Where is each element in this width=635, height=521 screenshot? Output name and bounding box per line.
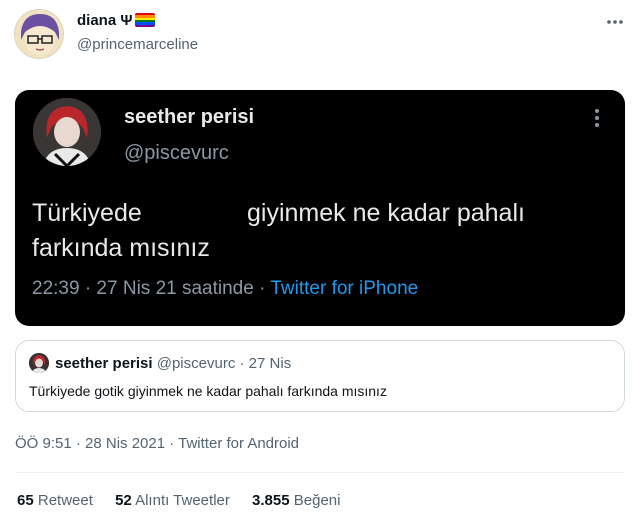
quoted-author-name: seether perisi	[55, 355, 153, 372]
screenshot-tweet-meta: 22:39 · 27 Nis 21 saatinde · Twitter for…	[32, 278, 419, 299]
author-handle[interactable]: @princemarceline	[77, 36, 198, 53]
quoted-tweet-header: seether perisi @piscevurc · 27 Nis	[55, 355, 291, 372]
screenshot-tweet-text: Türkiyede giyinmek ne kadar pahalı farkın…	[32, 199, 525, 262]
screenshot-author-name: seether perisi	[124, 106, 255, 128]
tweet-stats: 65 Retweet 52 Alıntı Tweetler 3.855 Beğe…	[17, 492, 358, 509]
retweets-stat[interactable]: 65 Retweet	[17, 492, 93, 509]
likes-stat[interactable]: 3.855 Beğeni	[252, 492, 340, 509]
screenshot-author-handle: @piscevurc	[124, 142, 229, 164]
quoted-author-handle: @piscevurc	[156, 355, 236, 372]
author-avatar[interactable]	[14, 9, 64, 59]
rainbow-flag-icon	[135, 13, 156, 27]
separator-dot: ·	[239, 355, 245, 372]
more-options-icon[interactable]	[603, 12, 627, 32]
quoted-tweet[interactable]: seether perisi @piscevurc · 27 Nis Türki…	[15, 340, 625, 412]
quote-tweets-stat[interactable]: 52 Alıntı Tweetler	[115, 492, 230, 509]
cartoon-avatar-icon	[15, 10, 63, 58]
screenshot-avatar	[33, 98, 101, 166]
quoted-tweet-date: 27 Nis	[248, 355, 292, 372]
tweet-timestamp[interactable]: ÖÖ 9:51 · 28 Nis 2021 · Twitter for Andr…	[15, 435, 299, 452]
tweet-screenshot-image[interactable]: seether perisi @piscevurc Türkiyede giyin…	[15, 90, 625, 326]
flag-stripe	[135, 24, 156, 27]
profile-photo-icon	[33, 98, 101, 166]
quoted-author-avatar	[29, 353, 49, 373]
screenshot-more-icon	[587, 106, 607, 130]
author-name[interactable]: diana Ψ	[77, 12, 156, 29]
profile-photo-icon	[29, 353, 49, 373]
divider	[15, 472, 625, 473]
quoted-tweet-text: Türkiyede gotik giyinmek ne kadar pahalı…	[29, 383, 387, 399]
